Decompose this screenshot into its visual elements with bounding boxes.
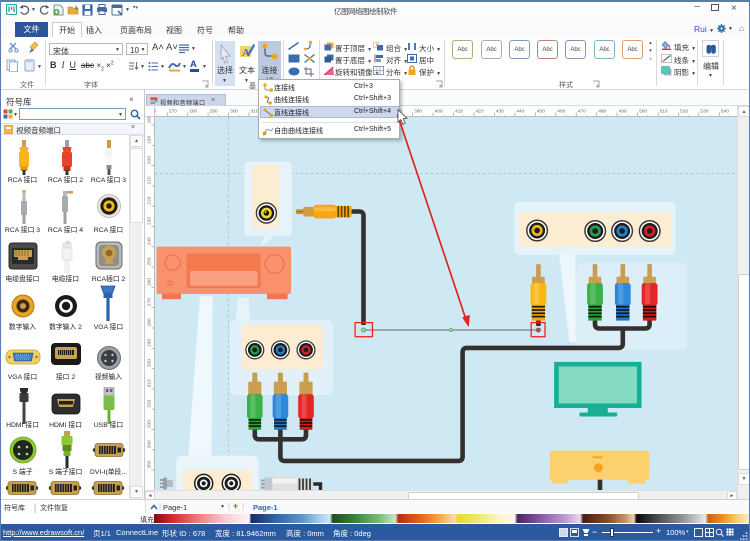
svg-text:250: 250 (147, 257, 153, 265)
svg-text:450: 450 (537, 109, 545, 115)
svg-text:290: 290 (210, 109, 218, 115)
svg-text:520: 520 (680, 109, 688, 115)
svg-text:440: 440 (516, 109, 524, 115)
svg-text:390: 390 (414, 109, 422, 115)
svg-text:310: 310 (147, 379, 153, 387)
svg-text:500: 500 (639, 109, 647, 115)
svg-text:190: 190 (147, 135, 153, 143)
svg-text:430: 430 (496, 109, 504, 115)
svg-text:280: 280 (189, 109, 197, 115)
svg-text:340: 340 (147, 440, 153, 448)
svg-text:460: 460 (557, 109, 565, 115)
svg-text:270: 270 (147, 298, 153, 306)
svg-text:240: 240 (147, 237, 153, 245)
svg-text:400: 400 (435, 109, 443, 115)
svg-text:480: 480 (598, 109, 606, 115)
svg-text:290: 290 (147, 338, 153, 346)
svg-text:270: 270 (169, 109, 177, 115)
svg-text:200: 200 (147, 156, 153, 164)
svg-text:210: 210 (147, 176, 153, 184)
svg-text:490: 490 (619, 109, 627, 115)
svg-text:230: 230 (147, 217, 153, 225)
svg-text:350: 350 (147, 460, 153, 468)
svg-text:420: 420 (476, 109, 484, 115)
svg-text:300: 300 (230, 109, 238, 115)
svg-text:410: 410 (455, 109, 463, 115)
svg-text:280: 280 (147, 318, 153, 326)
svg-text:320: 320 (147, 399, 153, 407)
svg-text:540: 540 (721, 109, 729, 115)
svg-text:180: 180 (147, 117, 153, 124)
svg-text:260: 260 (147, 278, 153, 286)
svg-text:260: 260 (155, 109, 157, 115)
svg-text:330: 330 (147, 420, 153, 428)
svg-text:530: 530 (700, 109, 708, 115)
svg-text:220: 220 (147, 196, 153, 204)
svg-text:470: 470 (578, 109, 586, 115)
svg-text:510: 510 (660, 109, 668, 115)
svg-text:300: 300 (147, 359, 153, 367)
